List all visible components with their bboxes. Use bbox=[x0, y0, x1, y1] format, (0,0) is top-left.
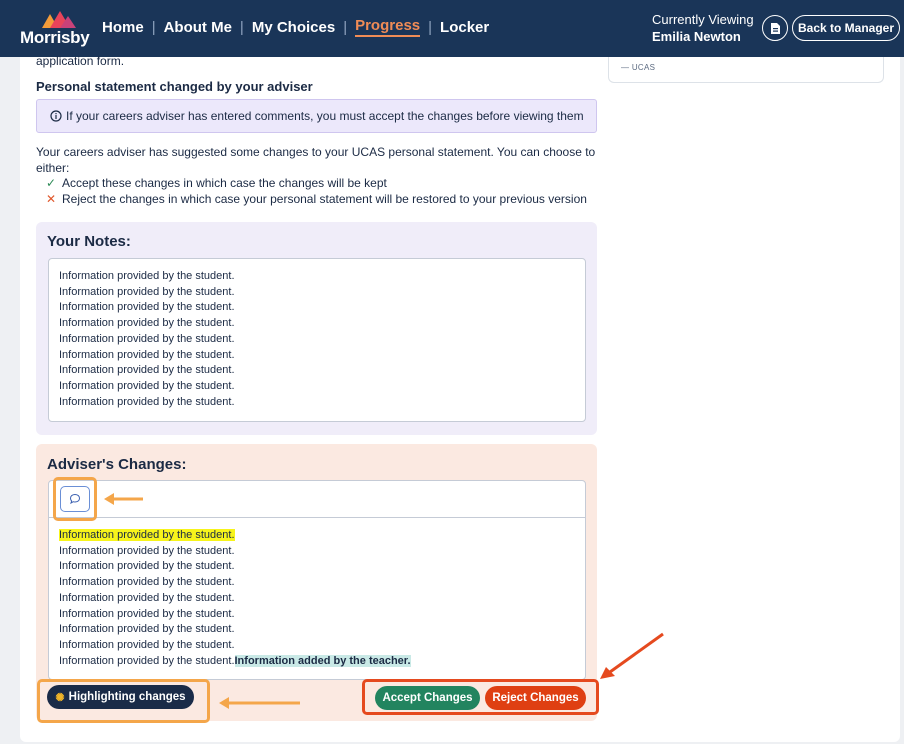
intro-text: Your careers adviser has suggested some … bbox=[36, 145, 596, 175]
advisers-changes-editor[interactable]: Information provided by the student. Inf… bbox=[48, 480, 586, 680]
your-notes-textbox[interactable]: Information provided by the student. Inf… bbox=[48, 258, 586, 422]
advisers-changes-title: Adviser's Changes: bbox=[47, 456, 187, 473]
annotation-box-highlighting bbox=[37, 679, 210, 723]
option-accept-text: Accept these changes in which case the c… bbox=[62, 176, 387, 190]
added-text: Information added by the teacher. bbox=[234, 654, 411, 667]
nav-locker[interactable]: Locker bbox=[440, 19, 489, 36]
truncated-text: application form. bbox=[36, 54, 125, 68]
editor-content: Information provided by the student. Inf… bbox=[59, 528, 411, 669]
editor-line: Information provided by the student. bbox=[59, 638, 235, 651]
highlighted-line: Information provided by the student. bbox=[59, 529, 235, 541]
notes-line: Information provided by the student. bbox=[59, 285, 235, 298]
info-icon bbox=[50, 110, 62, 122]
logo-text: Morrisby bbox=[20, 28, 90, 47]
info-text: If your careers adviser has entered comm… bbox=[66, 109, 584, 123]
viewing-label: Currently Viewing bbox=[652, 12, 754, 27]
option-reject-text: Reject the changes in which case your pe… bbox=[62, 192, 587, 206]
editor-last-line: Information provided by the student. bbox=[59, 654, 235, 667]
option-accept: ✓ Accept these changes in which case the… bbox=[46, 175, 587, 191]
notes-line: Information provided by the student. bbox=[59, 379, 235, 392]
main-content: — UCAS application form. Personal statem… bbox=[20, 54, 900, 742]
notes-line: Information provided by the student. bbox=[59, 317, 235, 330]
editor-line: Information provided by the student. bbox=[59, 544, 235, 557]
currently-viewing: Currently Viewing Emilia Newton bbox=[652, 11, 754, 45]
your-notes-panel: Your Notes: Information provided by the … bbox=[36, 222, 597, 435]
notes-line: Information provided by the student. bbox=[59, 364, 235, 377]
viewing-name: Emilia Newton bbox=[652, 29, 741, 44]
notes-line: Information provided by the student. bbox=[59, 270, 235, 282]
editor-line: Information provided by the student. bbox=[59, 528, 411, 544]
nav-separator: | bbox=[343, 18, 348, 36]
info-banner: If your careers adviser has entered comm… bbox=[36, 99, 597, 133]
side-card-caption: — UCAS bbox=[621, 63, 656, 72]
annotation-box-actions bbox=[362, 679, 599, 715]
document-button[interactable] bbox=[762, 15, 788, 41]
nav-separator: | bbox=[239, 18, 244, 36]
check-icon: ✓ bbox=[46, 176, 57, 190]
nav-my-choices[interactable]: My Choices bbox=[252, 19, 335, 36]
nav-separator: | bbox=[428, 18, 433, 36]
section-title: Personal statement changed by your advis… bbox=[36, 79, 313, 94]
editor-line: Information provided by the student. bbox=[59, 591, 235, 604]
notes-line: Information provided by the student. bbox=[59, 332, 235, 345]
nav-separator: | bbox=[151, 18, 156, 36]
your-notes-title: Your Notes: bbox=[47, 233, 131, 250]
option-reject: ✕ Reject the changes in which case your … bbox=[46, 191, 587, 207]
nav-progress[interactable]: Progress bbox=[355, 17, 421, 37]
editor-line: Information provided by the student. bbox=[59, 607, 235, 620]
cross-icon: ✕ bbox=[46, 192, 57, 206]
main-nav: Home | About Me | My Choices | Progress … bbox=[102, 17, 489, 37]
nav-about-me[interactable]: About Me bbox=[164, 19, 232, 36]
editor-toolbar bbox=[49, 481, 585, 518]
document-icon bbox=[770, 22, 780, 34]
editor-line: Information provided by the student. bbox=[59, 560, 235, 573]
side-card: — UCAS bbox=[608, 57, 884, 83]
notes-line: Information provided by the student. bbox=[59, 395, 235, 408]
editor-line: Information provided by the student. bbox=[59, 623, 235, 636]
editor-line: Information provided by the student. bbox=[59, 576, 235, 589]
annotation-box-comment bbox=[53, 477, 97, 521]
notes-line: Information provided by the student. bbox=[59, 301, 235, 314]
back-to-manager-button[interactable]: Back to Manager bbox=[792, 15, 900, 41]
nav-home[interactable]: Home bbox=[102, 19, 144, 36]
options-list: ✓ Accept these changes in which case the… bbox=[46, 175, 587, 207]
editor-line: Information provided by the student.Info… bbox=[59, 654, 411, 670]
notes-line: Information provided by the student. bbox=[59, 348, 235, 361]
top-header: Morrisby Home | About Me | My Choices | … bbox=[0, 0, 904, 57]
